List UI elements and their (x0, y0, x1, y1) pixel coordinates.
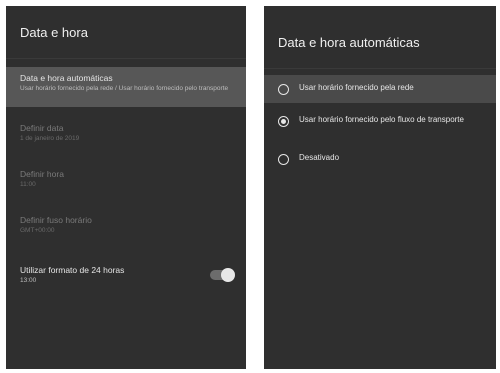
option-label: Usar horário fornecido pelo fluxo de tra… (299, 115, 464, 124)
setting-subtitle: 1 de janeiro de 2019 (20, 135, 80, 142)
setting-title: Definir hora (20, 169, 64, 179)
option-label: Desativado (299, 153, 340, 162)
setting-subtitle: GMT+00:00 (20, 227, 55, 234)
setting-subtitle: 11:00 (20, 181, 36, 188)
setting-title: Definir fuso horário (20, 215, 92, 225)
page-title: Data e hora (6, 6, 246, 59)
date-time-settings-panel: Data e hora Data e hora automáticas Usar… (6, 6, 246, 369)
setting-auto-date-time[interactable]: Data e hora automáticas Usar horário for… (6, 67, 246, 107)
setting-title: Utilizar formato de 24 horas (20, 265, 125, 275)
setting-subtitle: 13:00 (20, 277, 37, 284)
radio-button[interactable] (278, 116, 289, 127)
option-label: Usar horário fornecido pela rede (299, 83, 414, 92)
radio-button[interactable] (278, 154, 289, 165)
setting-set-date[interactable]: Definir data 1 de janeiro de 2019 (6, 117, 246, 163)
option-network-time[interactable]: Usar horário fornecido pela rede (264, 75, 496, 103)
setting-title: Definir data (20, 123, 64, 133)
setting-subtitle: Usar horário fornecido pela rede / Usar … (20, 85, 229, 92)
24-hour-toggle[interactable] (210, 268, 235, 282)
page-title: Data e hora automáticas (264, 6, 496, 69)
setting-title: Data e hora automáticas (20, 73, 113, 83)
option-transport-stream-time[interactable]: Usar horário fornecido pelo fluxo de tra… (264, 107, 496, 145)
setting-set-timezone[interactable]: Definir fuso horário GMT+00:00 (6, 209, 246, 255)
toggle-knob (221, 268, 235, 282)
radio-button[interactable] (278, 84, 289, 95)
auto-date-time-panel: Data e hora automáticas Usar horário for… (264, 6, 496, 369)
setting-24-hour-format[interactable]: Utilizar formato de 24 horas 13:00 (6, 255, 246, 295)
setting-set-time[interactable]: Definir hora 11:00 (6, 163, 246, 209)
option-disabled[interactable]: Desativado (264, 145, 496, 173)
